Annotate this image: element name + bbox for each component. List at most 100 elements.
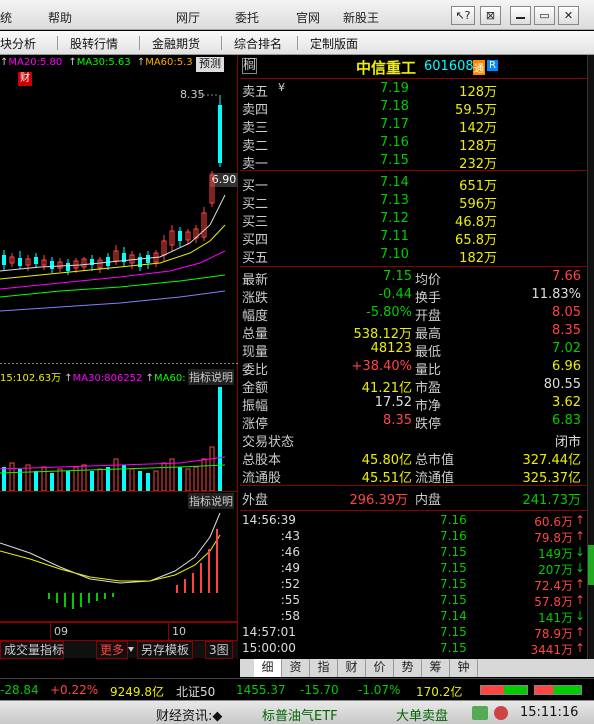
pane-separator	[0, 363, 238, 364]
corner-icon[interactable]: 榈	[242, 58, 258, 74]
bid-label: 买五	[242, 251, 269, 266]
predict-button[interactable]: 预测	[196, 57, 224, 72]
capital-value: 45.51亿	[361, 471, 412, 486]
tick-scrollbar[interactable]	[587, 55, 594, 659]
tab-overall-ranking[interactable]: 综合排名	[234, 35, 282, 52]
window-layout-icon[interactable]: ⊠	[480, 6, 501, 25]
menu-system[interactable]: 统	[0, 9, 12, 26]
bid-row[interactable]: 买四 7.11 65.8万	[240, 229, 587, 248]
volume-ma30: MA30:806252	[72, 373, 143, 384]
ask-row[interactable]: 卖一 7.15 232万	[240, 153, 587, 172]
ask-row[interactable]: 卖四 7.18 59.5万	[240, 99, 587, 118]
index-ticker-bar[interactable]: -28.84 +0.22% 9249.8亿 北证50 1455.37 -15.7…	[0, 678, 594, 700]
tab-sector-analysis[interactable]: 块分析	[0, 35, 36, 52]
tab-share-transfer[interactable]: 股转行情	[70, 35, 118, 52]
tab-clock[interactable]: 钟	[450, 659, 478, 677]
menu-trade[interactable]: 委托	[235, 9, 259, 26]
capital-label: 总市值	[415, 453, 455, 468]
volume-value: 15:102.63万	[0, 373, 62, 384]
kline-chart-panel[interactable]: ↑MA20:5.80 ↑MA30:5.63 ↑MA60:5.3 预测 财 8.3…	[0, 55, 238, 659]
tick-direction-icon: ↓	[574, 561, 585, 575]
tab-finance[interactable]: 财	[338, 659, 366, 677]
big-order-label[interactable]: 大单卖盘	[396, 705, 448, 724]
month-label-09: 09	[54, 625, 68, 638]
stock-name: 中信重工	[356, 59, 417, 77]
tick-row: :43 7.16 79.8万 ↑	[240, 529, 587, 545]
menu-ipo[interactable]: 新股王	[343, 9, 379, 26]
news-ticker-etf[interactable]: 标普油气ETF	[262, 705, 338, 724]
news-label[interactable]: 财经资讯:◆	[156, 705, 222, 724]
pane-separator	[0, 491, 238, 492]
stat-row: 总量 538.12万 最高 8.35	[240, 323, 587, 342]
ask-price: 7.15	[380, 153, 409, 168]
maximize-button[interactable]: ▭	[534, 6, 555, 25]
macd-histogram	[48, 529, 218, 609]
scroll-thumb[interactable]	[588, 545, 594, 585]
tab-indicator[interactable]: 指	[310, 659, 338, 677]
bid-row[interactable]: 买三 7.12 46.8万	[240, 211, 587, 230]
bid-row[interactable]: 买五 7.10 182万	[240, 247, 587, 266]
inner-label: 内盘	[415, 493, 442, 508]
ask-volume: 128万	[459, 85, 497, 100]
volume-chart-svg	[0, 387, 226, 491]
capital-row: 总股本 45.80亿 总市值 327.44亿	[240, 449, 587, 468]
stat-value: 17.52	[374, 395, 412, 410]
ask-row[interactable]: 卖二 7.16 128万	[240, 135, 587, 154]
tick-row: :49 7.15 207万 ↓	[240, 561, 587, 577]
bid-row[interactable]: 买二 7.13 596万	[240, 193, 587, 212]
ma-legend: ↑MA20:5.80 ↑MA30:5.63 ↑MA60:5.3	[0, 57, 193, 68]
tick-time: :43	[280, 529, 300, 543]
minimize-button[interactable]	[510, 6, 531, 25]
stat-row: 最新 7.15 均价 7.66	[240, 269, 587, 288]
tab-chips[interactable]: 筹	[422, 659, 450, 677]
stat-value: 7.02	[552, 341, 581, 356]
index-turnover: 9249.8亿	[110, 685, 164, 699]
help-cursor-button[interactable]: ↖?	[451, 6, 475, 25]
stat-value: 3.62	[552, 395, 581, 410]
ask-label: 卖五	[242, 85, 269, 100]
menu-online-hall[interactable]: 网厅	[176, 9, 200, 26]
bid-price: 7.11	[380, 229, 409, 244]
tick-volume: 60.6万	[534, 515, 573, 529]
menu-help[interactable]: 帮助	[48, 9, 72, 26]
tab-custom-layout[interactable]: 定制版面	[310, 35, 358, 52]
menu-official-site[interactable]: 官网	[296, 9, 320, 26]
stat-label: 跌停	[415, 417, 442, 432]
ask-row[interactable]: 卖三 7.17 142万	[240, 117, 587, 136]
alert-icon[interactable]	[494, 706, 508, 720]
tab-save-template[interactable]: 另存模板	[137, 641, 194, 659]
tab-more[interactable]: 更多	[96, 641, 129, 659]
close-button[interactable]: ✕	[558, 6, 579, 25]
ask-row[interactable]: 卖五 7.19 128万	[240, 81, 587, 100]
tick-time: :58	[280, 609, 300, 623]
tick-time: 14:56:39	[242, 513, 296, 527]
tab-financial-futures[interactable]: 金融期货	[152, 35, 200, 52]
bj50-name: 北证50	[176, 685, 216, 699]
ma60-value: MA60:5.3	[145, 57, 193, 68]
macd-chart-svg	[0, 512, 221, 609]
bid-label: 买一	[242, 179, 269, 194]
tick-direction-icon: ↓	[574, 545, 585, 559]
indicator-help-button[interactable]: 指标说明	[188, 369, 234, 385]
tick-price: 7.15	[440, 545, 467, 559]
tick-price: 7.15	[440, 593, 467, 607]
tab-price[interactable]: 价	[366, 659, 394, 677]
bid-row[interactable]: 买一 7.14 651万	[240, 175, 587, 194]
tick-price: 7.15	[440, 577, 467, 591]
month-label-10: 10	[172, 625, 186, 638]
tab-funds[interactable]: 资	[282, 659, 310, 677]
ask-label: 卖三	[242, 121, 269, 136]
bid-volume: 596万	[459, 197, 497, 212]
candles	[2, 95, 222, 275]
index-change: -28.84	[0, 683, 39, 697]
ma30-value: MA30:5.63	[76, 57, 131, 68]
tab-detail[interactable]: 细	[254, 659, 282, 677]
quote-panel: 榈 中信重工 601608 通 R 卖五 7.19 128万 卖四 7.18 5…	[240, 55, 587, 659]
stat-value: 8.35	[383, 413, 412, 428]
dea-line	[0, 534, 221, 582]
ask-volume: 142万	[459, 121, 497, 136]
tab-three-charts[interactable]: 3图	[205, 641, 233, 659]
tick-row: 15:00:00 7.15 3441万 ↑	[240, 641, 587, 657]
tab-volume-indicator[interactable]: 成交量指标	[0, 641, 64, 659]
tab-trend[interactable]: 势	[394, 659, 422, 677]
